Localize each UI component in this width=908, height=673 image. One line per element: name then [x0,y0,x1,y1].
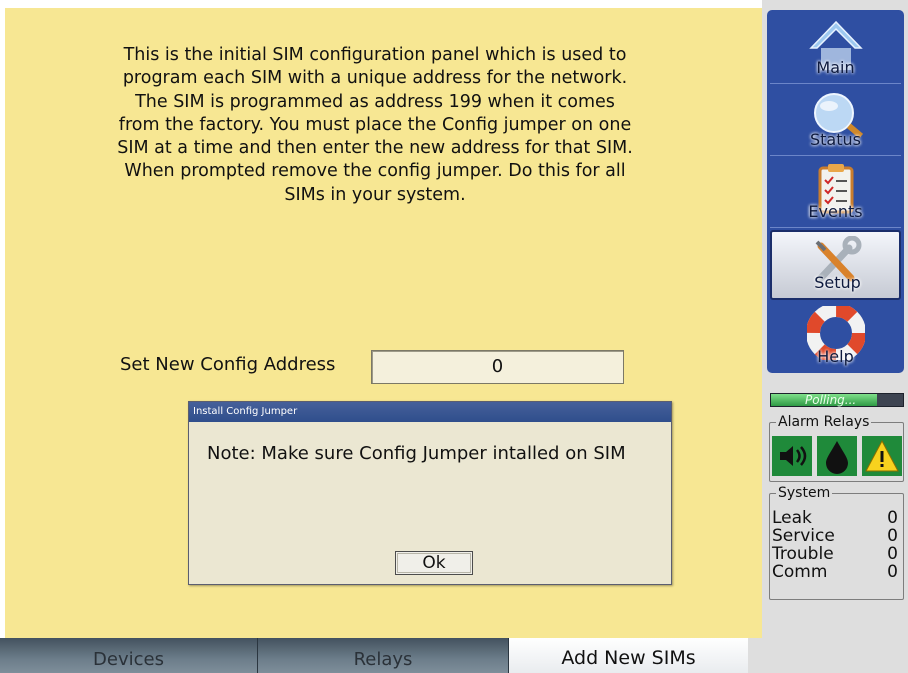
nav-help-button[interactable]: Help [770,302,901,372]
alarm-relays-title: Alarm Relays [776,414,872,430]
nav-help-label: Help [817,347,854,366]
polling-progress-bar: Polling... [770,393,904,407]
tab-devices[interactable]: Devices [0,638,258,673]
config-address-field[interactable]: 0 [371,350,624,384]
alarm-relays-group: Alarm Relays [769,414,904,482]
nav-events-button[interactable]: Events [770,158,901,228]
system-title: System [776,485,833,501]
nav-events-label: Events [808,202,863,221]
water-drop-icon[interactable] [817,436,857,476]
tab-relays[interactable]: Relays [258,638,509,673]
system-row-count: 0 [887,526,898,546]
system-row-leak: Leak 0 [772,510,900,527]
system-row-count: 0 [887,544,898,564]
system-row-label: Service [772,526,835,546]
nav-setup-button[interactable]: Setup [770,230,901,300]
nav-status-button[interactable]: Status [770,86,901,156]
main-panel: This is the initial SIM configuration pa… [5,8,762,638]
nav-status-label: Status [810,130,861,149]
ok-button[interactable]: Ok [395,551,473,575]
system-row-label: Leak [772,508,812,528]
dialog-message: Note: Make sure Config Jumper intalled o… [207,443,626,464]
config-address-label: Set New Config Address [120,354,336,375]
nav-main-label: Main [816,58,855,77]
nav-main-button[interactable]: Main [770,14,901,84]
speaker-icon[interactable] [772,436,812,476]
tab-add-new-sims[interactable]: Add New SIMs [509,638,748,673]
system-row-label: Comm [772,562,828,582]
nav-setup-label: Setup [814,273,861,292]
system-row-count: 0 [887,562,898,582]
tab-bar-filler [748,638,762,673]
system-row-label: Trouble [772,544,834,564]
system-row-count: 0 [887,508,898,528]
system-row-trouble: Trouble 0 [772,546,900,563]
right-sidebar: Main Status Events Setup Help Polling...… [762,0,908,673]
dialog-title: Install Config Jumper [189,402,671,422]
polling-status-text: Polling... [805,393,857,407]
bottom-tab-bar: Devices Relays Add New SIMs [0,638,762,673]
intro-description: This is the initial SIM configuration pa… [117,45,633,205]
nav-panel: Main Status Events Setup Help [767,10,904,373]
warning-icon[interactable] [862,436,902,476]
system-status-group: System Leak 0 Service 0 Trouble 0 Comm 0 [769,485,904,600]
system-row-service: Service 0 [772,528,900,545]
install-config-jumper-dialog: Install Config Jumper Note: Make sure Co… [188,401,672,585]
system-row-comm: Comm 0 [772,564,900,581]
